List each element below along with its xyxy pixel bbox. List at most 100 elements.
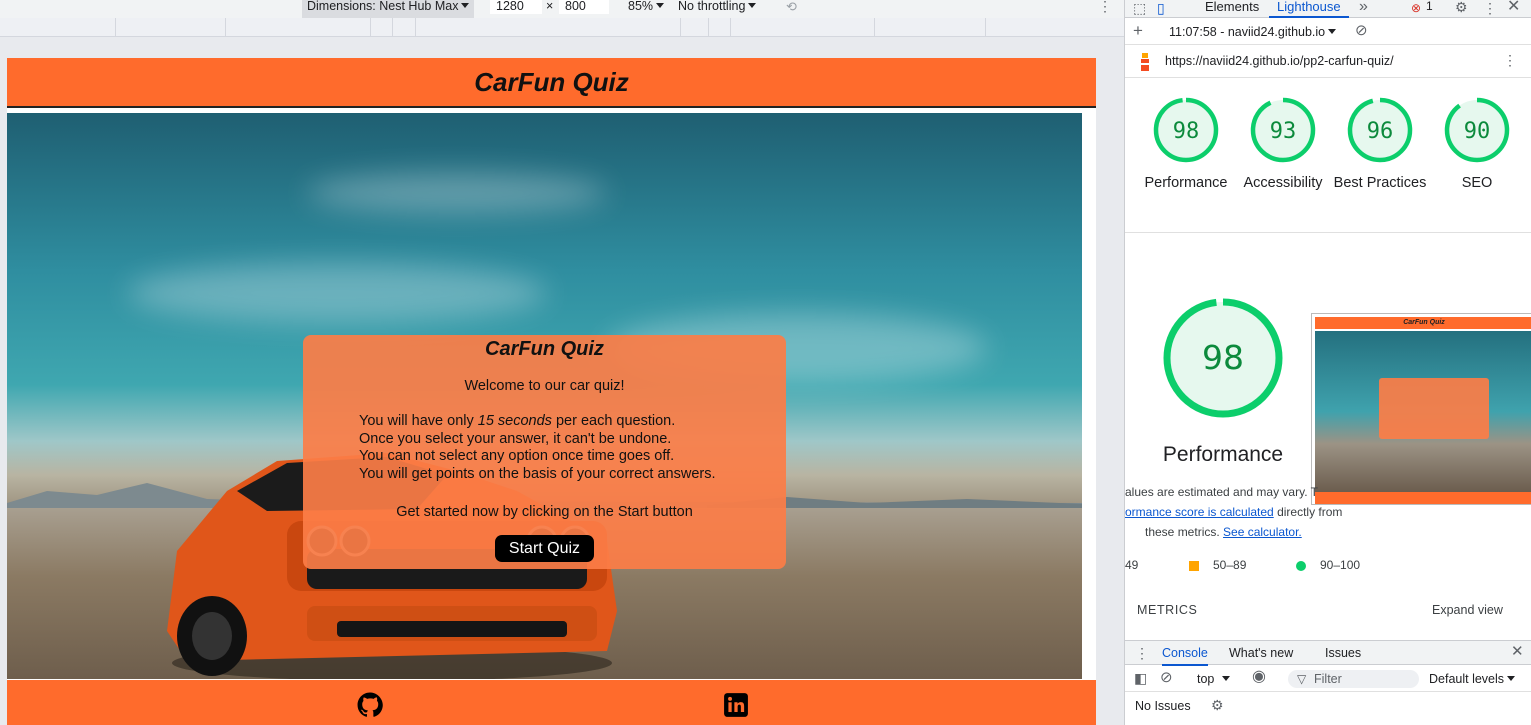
- context-select[interactable]: top: [1197, 672, 1231, 686]
- score-label: Accessibility: [1243, 175, 1323, 191]
- throttling-select[interactable]: No throttling: [678, 0, 757, 13]
- tab-issues[interactable]: Issues: [1325, 646, 1361, 660]
- metrics-title: METRICS: [1137, 603, 1198, 617]
- error-count: 1: [1426, 0, 1433, 13]
- log-levels-label: Default levels: [1429, 672, 1505, 686]
- score-label: Best Practices: [1333, 175, 1427, 191]
- filter-input[interactable]: ▽ Filter: [1288, 670, 1419, 688]
- chevron-down-icon: [1222, 676, 1231, 681]
- devtools-tab-bar: ⬚ ▯ Elements Lighthouse » ⊗ 1 ⚙ ⋮ ✕: [1125, 0, 1531, 18]
- performance-score-value: 98: [1202, 338, 1244, 377]
- chevron-down-icon: [461, 3, 470, 8]
- settings-icon[interactable]: ⚙: [1455, 0, 1468, 14]
- inspect-icon[interactable]: ⬚: [1133, 1, 1146, 15]
- expand-view-link[interactable]: Expand view: [1432, 603, 1503, 617]
- add-icon[interactable]: +: [1133, 22, 1143, 39]
- more-options-icon[interactable]: ⋮: [1503, 53, 1517, 67]
- more-options-icon[interactable]: ⋮: [1098, 0, 1112, 13]
- device-dimensions-select[interactable]: Dimensions: Nest Hub Max: [302, 0, 475, 18]
- throttling-label: No throttling: [678, 0, 746, 13]
- close-icon[interactable]: ✕: [1511, 644, 1524, 659]
- sidebar-toggle-icon[interactable]: ◧: [1134, 671, 1147, 685]
- device-toggle-icon[interactable]: ▯: [1157, 1, 1165, 15]
- more-options-icon[interactable]: ⋮: [1483, 1, 1497, 15]
- tab-elements[interactable]: Elements: [1205, 0, 1259, 13]
- quiz-start-text: Get started now by clicking on the Start…: [396, 503, 693, 520]
- quiz-rule: Once you select your answer, it can't be…: [359, 430, 672, 447]
- performance-gauge-large: 98: [1163, 298, 1283, 418]
- height-input[interactable]: 800: [559, 0, 609, 14]
- issues-status-row: No Issues ⚙: [1125, 693, 1531, 718]
- rotate-icon[interactable]: ⟲: [786, 0, 797, 13]
- start-quiz-button[interactable]: Start Quiz: [494, 534, 595, 562]
- score-gauge[interactable]: 93: [1249, 96, 1317, 164]
- close-icon[interactable]: ✕: [1507, 0, 1520, 15]
- score-value: 90: [1464, 119, 1491, 144]
- tab-lighthouse[interactable]: Lighthouse: [1269, 0, 1349, 18]
- score-calculation-link[interactable]: ormance score is calculated: [1125, 505, 1274, 519]
- tab-whats-new[interactable]: What's new: [1229, 646, 1293, 660]
- metrics-header: METRICS Expand view: [1125, 600, 1531, 636]
- score-gauge[interactable]: 98: [1152, 96, 1220, 164]
- devtools-panel: ⬚ ▯ Elements Lighthouse » ⊗ 1 ⚙ ⋮ ✕ + 11…: [1124, 0, 1531, 725]
- score-gauge[interactable]: 96: [1346, 96, 1414, 164]
- media-query-ruler: [0, 18, 1124, 37]
- eye-icon[interactable]: ◉: [1252, 669, 1266, 685]
- legend-high: 90–100: [1320, 558, 1361, 572]
- console-toolbar: ◧ ⊘ top ◉ ▽ Filter Default levels: [1125, 665, 1531, 692]
- score-note: alues are estimated and may vary. T orma…: [1125, 482, 1355, 542]
- chevron-down-icon: [1328, 29, 1337, 34]
- device-toolbar: Dimensions: Nest Hub Max 1280 × 800 85% …: [0, 0, 1124, 18]
- legend-mid: 50–89: [1213, 558, 1247, 572]
- emulated-viewport: CarFun Quiz CarFun Quiz Welcome to our c…: [7, 58, 1096, 725]
- chevron-down-icon: [1507, 676, 1516, 681]
- quiz-title: CarFun Quiz: [485, 338, 604, 360]
- linkedin-icon[interactable]: [723, 692, 749, 718]
- see-calculator-link[interactable]: See calculator.: [1223, 525, 1302, 539]
- context-label: top: [1197, 672, 1215, 686]
- score-value: 98: [1173, 119, 1200, 144]
- clear-icon[interactable]: ⊘: [1355, 23, 1368, 38]
- device-dimensions-label: Dimensions: Nest Hub Max: [307, 0, 459, 13]
- clear-console-icon[interactable]: ⊘: [1160, 670, 1173, 685]
- more-tabs-icon[interactable]: »: [1359, 0, 1368, 15]
- width-input[interactable]: 1280: [490, 0, 542, 14]
- filter-placeholder: Filter: [1314, 672, 1342, 686]
- report-select[interactable]: 11:07:58 - naviid24.github.io: [1169, 25, 1337, 39]
- note-text: these metrics.: [1145, 525, 1224, 539]
- more-options-icon[interactable]: ⋮: [1135, 646, 1149, 660]
- thumbnail-quiz-card: [1379, 378, 1489, 439]
- legend-circle-icon: [1296, 561, 1306, 571]
- note-text: directly from: [1273, 505, 1343, 519]
- settings-icon[interactable]: ⚙: [1211, 698, 1224, 712]
- zoom-select[interactable]: 85%: [628, 0, 665, 13]
- report-url[interactable]: https://naviid24.github.io/pp2-carfun-qu…: [1165, 54, 1394, 68]
- quiz-rules: You will have only 15 seconds per each q…: [359, 413, 786, 484]
- score-value: 93: [1270, 119, 1297, 144]
- quiz-intro-card: CarFun Quiz Welcome to our car quiz! You…: [303, 335, 786, 569]
- no-issues-label[interactable]: No Issues: [1135, 699, 1191, 713]
- divider: [1125, 232, 1531, 233]
- zoom-label: 85%: [628, 0, 654, 13]
- score-label: SEO: [1461, 175, 1493, 191]
- score-legend: 49 50–89 90–100: [1125, 558, 1531, 574]
- log-levels-select[interactable]: Default levels: [1429, 672, 1516, 686]
- github-icon[interactable]: [357, 692, 383, 718]
- filter-icon: ▽: [1297, 672, 1307, 686]
- quiz-rule: You will have only 15 seconds per each q…: [359, 413, 676, 429]
- page-screenshot-thumbnail[interactable]: CarFun Quiz: [1311, 313, 1531, 505]
- error-icon[interactable]: ⊗: [1411, 1, 1421, 15]
- score-value: 96: [1367, 119, 1394, 144]
- legend-square-icon: [1189, 561, 1199, 571]
- site-footer: [7, 680, 1096, 725]
- lighthouse-report-bar: + 11:07:58 - naviid24.github.io ⊘: [1125, 19, 1531, 45]
- hero-image: CarFun Quiz Welcome to our car quiz! You…: [7, 113, 1082, 679]
- drawer-tab-bar: ⋮ Console What's new Issues ✕: [1125, 640, 1531, 666]
- tab-console[interactable]: Console: [1162, 646, 1208, 666]
- legend-low: 49: [1125, 558, 1139, 572]
- score-gauge[interactable]: 90: [1443, 96, 1511, 164]
- performance-label: Performance: [1162, 443, 1284, 466]
- quiz-welcome: Welcome to our car quiz!: [464, 378, 625, 394]
- url-bar: https://naviid24.github.io/pp2-carfun-qu…: [1125, 45, 1531, 78]
- note-text: alues are estimated and may vary. T: [1125, 485, 1318, 499]
